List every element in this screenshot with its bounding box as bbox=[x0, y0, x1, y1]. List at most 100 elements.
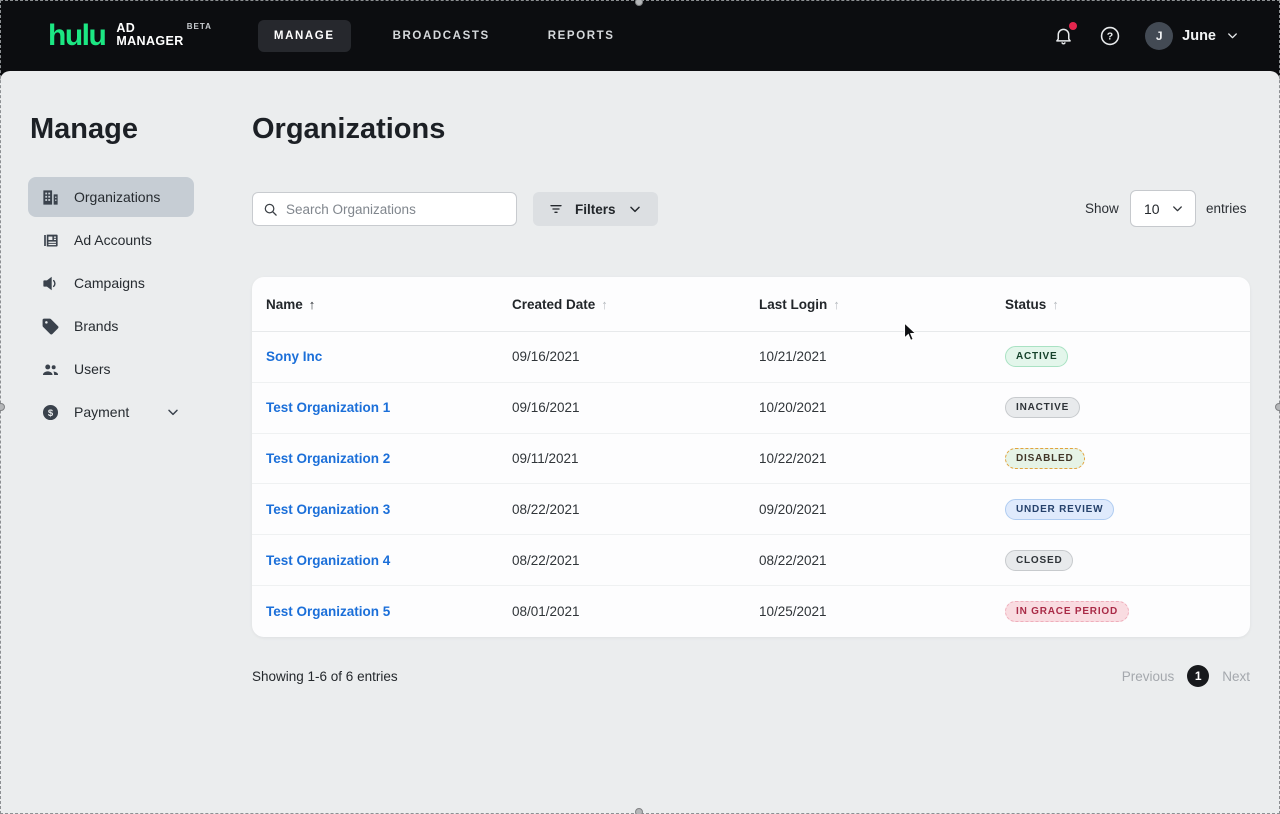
chevron-down-icon bbox=[627, 201, 643, 217]
org-name-link[interactable]: Test Organization 3 bbox=[266, 502, 512, 517]
status-badge: IN GRACE PERIOD bbox=[1005, 601, 1129, 622]
sort-asc-icon[interactable]: ↑ bbox=[833, 297, 840, 312]
search-icon bbox=[263, 202, 278, 217]
organizations-table: Name ↑ Created Date ↑ Last Login ↑ Statu… bbox=[252, 277, 1250, 637]
status-badge: DISABLED bbox=[1005, 448, 1085, 469]
svg-text:?: ? bbox=[1107, 30, 1113, 42]
table-footer: Showing 1-6 of 6 entries Previous 1 Next bbox=[252, 663, 1250, 689]
created-date-cell: 09/16/2021 bbox=[512, 349, 759, 364]
last-login-cell: 10/20/2021 bbox=[759, 400, 1005, 415]
brands-tag-icon bbox=[41, 317, 60, 336]
table-row: Sony Inc 09/16/2021 10/21/2021 ACTIVE bbox=[252, 332, 1250, 383]
sidebar-item-brands[interactable]: Brands bbox=[28, 306, 194, 346]
sort-asc-icon[interactable]: ↑ bbox=[309, 297, 316, 312]
top-bar: hulu AD MANAGER BETA MANAGE BROADCASTS R… bbox=[0, 0, 1280, 71]
resize-handle-right[interactable] bbox=[1275, 403, 1280, 411]
filters-label: Filters bbox=[575, 202, 616, 217]
org-name-link[interactable]: Test Organization 1 bbox=[266, 400, 512, 415]
sidebar-item-organizations[interactable]: Organizations bbox=[28, 177, 194, 217]
current-page-button[interactable]: 1 bbox=[1187, 665, 1209, 687]
beta-tag: BETA bbox=[187, 22, 212, 31]
notifications-bell-icon[interactable] bbox=[1051, 24, 1075, 48]
nav-manage[interactable]: MANAGE bbox=[258, 20, 351, 52]
top-navigation: MANAGE BROADCASTS REPORTS bbox=[258, 20, 631, 52]
search-box[interactable] bbox=[252, 192, 517, 226]
next-page-button[interactable]: Next bbox=[1222, 669, 1250, 684]
page-size-value: 10 bbox=[1144, 201, 1170, 217]
nav-broadcasts[interactable]: BROADCASTS bbox=[377, 20, 506, 52]
user-name: June bbox=[1182, 28, 1216, 44]
sidebar-item-label: Payment bbox=[74, 404, 129, 420]
show-label: Show bbox=[1085, 201, 1119, 216]
filter-icon bbox=[548, 201, 564, 217]
last-login-cell: 09/20/2021 bbox=[759, 502, 1005, 517]
sidebar-item-users[interactable]: Users bbox=[28, 349, 194, 389]
created-date-cell: 09/11/2021 bbox=[512, 451, 759, 466]
sidebar-menu: Organizations Ad Accounts bbox=[28, 177, 194, 432]
resize-handle-bottom[interactable] bbox=[635, 808, 643, 814]
payment-dollar-icon: $ bbox=[41, 403, 60, 422]
hulu-ad-manager-logo: hulu AD MANAGER BETA bbox=[48, 21, 212, 51]
users-people-icon bbox=[41, 360, 60, 379]
sort-asc-icon[interactable]: ↑ bbox=[601, 297, 608, 312]
last-login-cell: 10/25/2021 bbox=[759, 604, 1005, 619]
org-name-link[interactable]: Test Organization 5 bbox=[266, 604, 512, 619]
campaigns-megaphone-icon bbox=[41, 274, 60, 293]
created-date-cell: 08/01/2021 bbox=[512, 604, 759, 619]
column-header-name[interactable]: Name ↑ bbox=[266, 297, 512, 312]
content-area: Manage Organizations bbox=[0, 71, 1280, 814]
avatar[interactable]: J bbox=[1145, 22, 1173, 50]
page-title: Organizations bbox=[252, 113, 445, 146]
sidebar-item-label: Organizations bbox=[74, 189, 160, 205]
sort-asc-icon[interactable]: ↑ bbox=[1052, 297, 1059, 312]
column-header-last-login[interactable]: Last Login ↑ bbox=[759, 297, 1005, 312]
last-login-cell: 10/22/2021 bbox=[759, 451, 1005, 466]
user-menu[interactable]: J June bbox=[1145, 22, 1240, 50]
status-badge: UNDER REVIEW bbox=[1005, 499, 1114, 520]
created-date-cell: 08/22/2021 bbox=[512, 553, 759, 568]
created-date-cell: 09/16/2021 bbox=[512, 400, 759, 415]
org-name-link[interactable]: Test Organization 2 bbox=[266, 451, 512, 466]
product-name: AD MANAGER bbox=[116, 22, 183, 50]
created-date-cell: 08/22/2021 bbox=[512, 502, 759, 517]
sidebar-item-label: Brands bbox=[74, 318, 118, 334]
chevron-down-icon bbox=[1225, 28, 1240, 43]
sidebar-item-payment[interactable]: $ Payment bbox=[28, 392, 194, 432]
previous-page-button[interactable]: Previous bbox=[1122, 669, 1175, 684]
entries-summary: Showing 1-6 of 6 entries bbox=[252, 669, 398, 684]
table-row: Test Organization 2 09/11/2021 10/22/202… bbox=[252, 434, 1250, 485]
status-badge: INACTIVE bbox=[1005, 397, 1080, 418]
status-badge: ACTIVE bbox=[1005, 346, 1068, 367]
search-input[interactable] bbox=[286, 202, 506, 217]
table-header-row: Name ↑ Created Date ↑ Last Login ↑ Statu… bbox=[252, 277, 1250, 332]
top-bar-right: ? J June bbox=[1051, 22, 1240, 50]
page-size-select[interactable]: 10 bbox=[1130, 190, 1196, 227]
sidebar-title: Manage bbox=[30, 113, 138, 146]
sidebar-item-label: Campaigns bbox=[74, 275, 145, 291]
last-login-cell: 08/22/2021 bbox=[759, 553, 1005, 568]
org-name-link[interactable]: Sony Inc bbox=[266, 349, 512, 364]
sidebar-item-ad-accounts[interactable]: Ad Accounts bbox=[28, 220, 194, 260]
ad-accounts-ledger-icon bbox=[41, 231, 60, 250]
chevron-down-icon bbox=[1170, 201, 1185, 216]
table-row: Test Organization 1 09/16/2021 10/20/202… bbox=[252, 383, 1250, 434]
org-name-link[interactable]: Test Organization 4 bbox=[266, 553, 512, 568]
entries-label: entries bbox=[1206, 201, 1247, 216]
nav-reports[interactable]: REPORTS bbox=[532, 20, 631, 52]
sidebar-item-campaigns[interactable]: Campaigns bbox=[28, 263, 194, 303]
notification-dot bbox=[1069, 22, 1077, 30]
hulu-logo: hulu bbox=[48, 21, 105, 51]
column-header-created-date[interactable]: Created Date ↑ bbox=[512, 297, 759, 312]
help-icon[interactable]: ? bbox=[1098, 24, 1122, 48]
sidebar-item-label: Ad Accounts bbox=[74, 232, 152, 248]
svg-text:$: $ bbox=[48, 407, 54, 418]
column-header-status[interactable]: Status ↑ bbox=[1005, 297, 1236, 312]
table-row: Test Organization 5 08/01/2021 10/25/202… bbox=[252, 586, 1250, 637]
sidebar-item-label: Users bbox=[74, 361, 111, 377]
table-row: Test Organization 4 08/22/2021 08/22/202… bbox=[252, 535, 1250, 586]
table-row: Test Organization 3 08/22/2021 09/20/202… bbox=[252, 484, 1250, 535]
pagination: Previous 1 Next bbox=[1122, 665, 1250, 687]
last-login-cell: 10/21/2021 bbox=[759, 349, 1005, 364]
organizations-building-icon bbox=[41, 188, 60, 207]
filters-button[interactable]: Filters bbox=[533, 192, 658, 226]
